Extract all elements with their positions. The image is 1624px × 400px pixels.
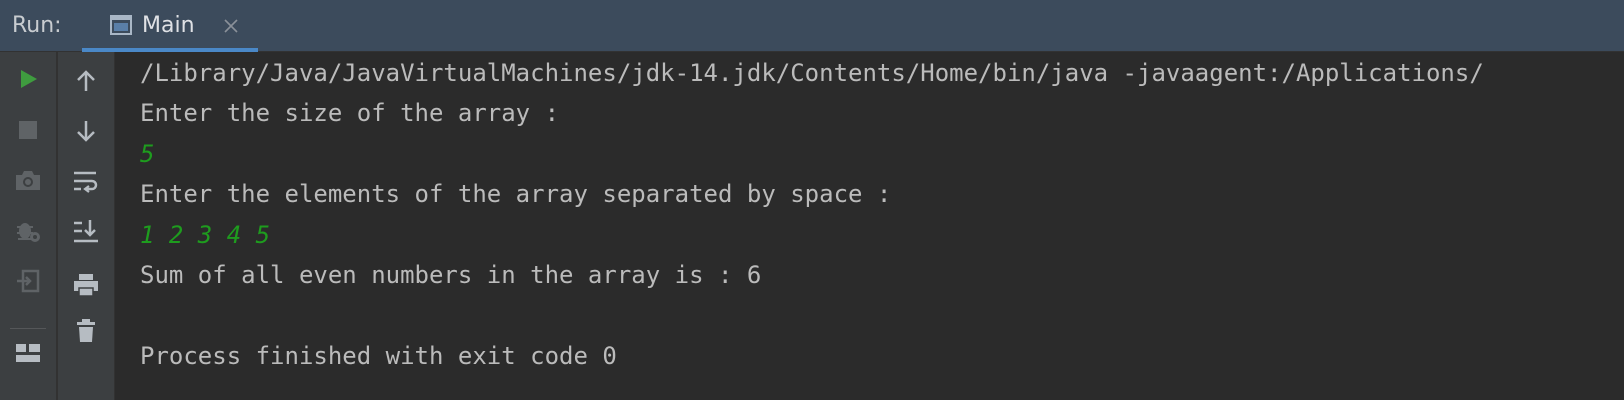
layout-icon [16, 344, 40, 362]
console-line-user-input: 5 [140, 140, 155, 168]
tab-main[interactable]: Main [82, 0, 258, 52]
console-line-prompt-elements: Enter the elements of the array separate… [140, 180, 892, 208]
soft-wrap-icon [74, 171, 98, 193]
rerun-button[interactable] [8, 60, 48, 98]
exit-icon [17, 269, 40, 293]
arrow-down-icon [77, 121, 95, 142]
thread-dump-button[interactable] [8, 161, 48, 199]
stop-button[interactable] [8, 111, 48, 149]
console-line-exit-status: Process finished with exit code 0 [140, 342, 617, 370]
toolbar-left [0, 52, 56, 400]
stop-icon [19, 121, 37, 139]
clear-all-button[interactable] [66, 312, 106, 350]
console-line-user-input: 1 2 3 4 5 [140, 221, 271, 249]
console-line-command: /Library/Java/JavaVirtualMachines/jdk-14… [140, 59, 1484, 87]
console-line-prompt-size: Enter the size of the array : [140, 99, 560, 127]
layout-button[interactable] [8, 334, 48, 372]
run-header: Run: Main [0, 0, 1624, 52]
print-button[interactable] [66, 266, 106, 304]
scroll-to-end-icon [74, 220, 98, 243]
scroll-down-button[interactable] [66, 112, 106, 150]
toolbar-separator [10, 328, 46, 329]
camera-icon [16, 171, 40, 190]
run-label: Run: [12, 13, 62, 38]
debug-settings-button[interactable] [8, 212, 48, 250]
tab-label: Main [142, 13, 195, 38]
trash-icon [77, 319, 95, 342]
arrow-up-icon [77, 70, 95, 91]
console-window-icon [110, 15, 132, 35]
play-icon [21, 70, 37, 88]
exit-button[interactable] [8, 262, 48, 300]
console-line-result: Sum of all even numbers in the array is … [140, 261, 762, 289]
soft-wrap-button[interactable] [66, 162, 106, 200]
scroll-up-button[interactable] [66, 62, 106, 100]
scroll-to-end-button[interactable] [66, 212, 106, 250]
bug-settings-icon [17, 223, 40, 242]
printer-icon [74, 274, 98, 297]
console-output[interactable]: /Library/Java/JavaVirtualMachines/jdk-14… [115, 52, 1624, 400]
toolbar-right [58, 52, 114, 400]
run-tool-window: Run: Main /Library/Java/JavaVirtualMachi… [0, 0, 1624, 400]
close-icon[interactable] [222, 17, 240, 35]
